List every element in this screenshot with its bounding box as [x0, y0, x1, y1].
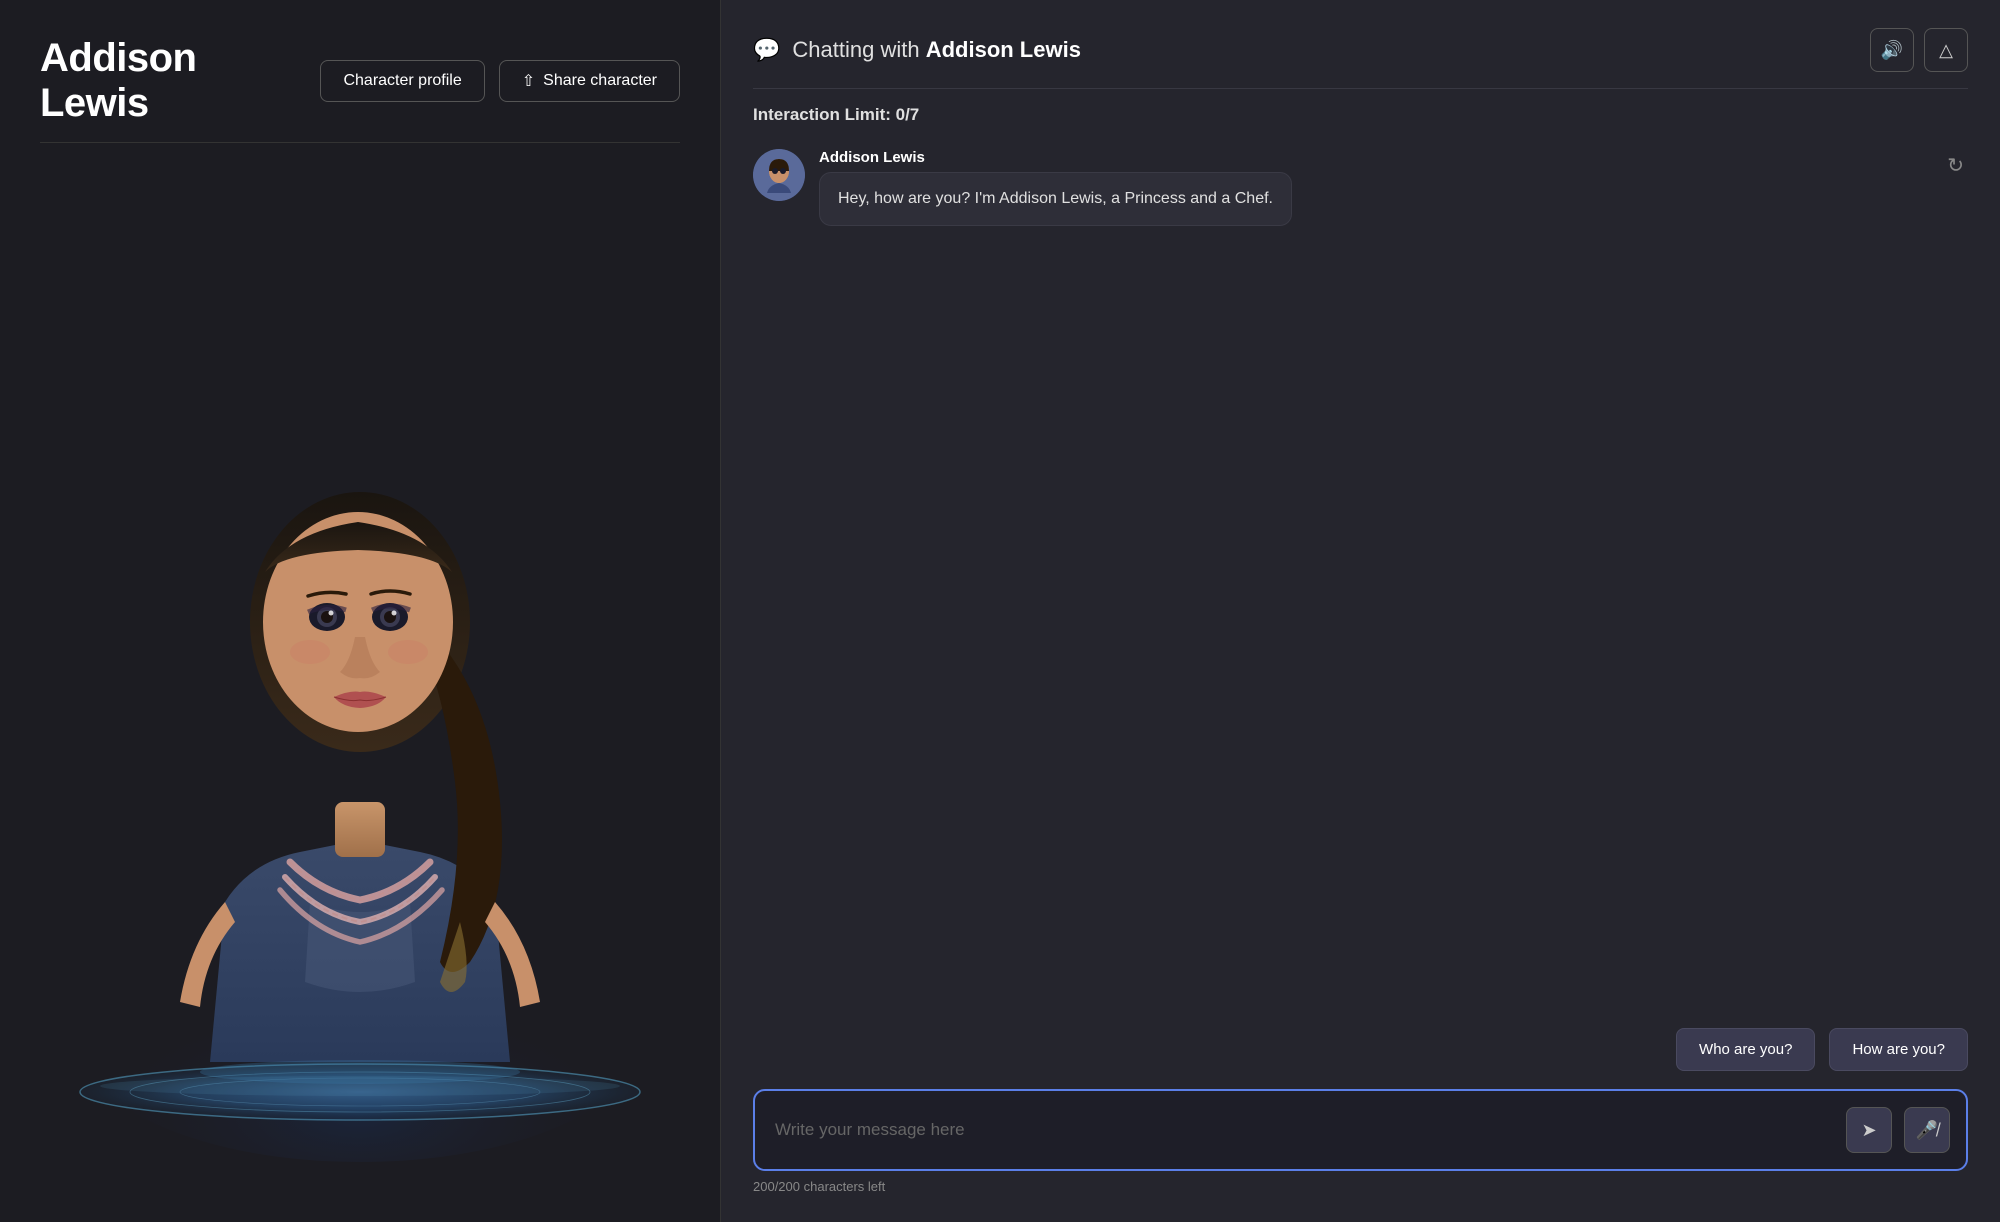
mic-button[interactable]: 🎤̸: [1904, 1107, 1950, 1153]
chat-header: 💬 Chatting with Addison Lewis 🔊 △: [753, 28, 1968, 89]
suggestion-chips: Who are you? How are you?: [753, 1028, 1968, 1071]
left-panel: Addison Lewis Character profile ⇧ Share …: [0, 0, 720, 1222]
char-count: 200/200 characters left: [753, 1179, 1968, 1194]
chat-messages[interactable]: Addison Lewis Hey, how are you? I'm Addi…: [753, 149, 1968, 1028]
chat-bubble-icon: 💬: [753, 37, 780, 63]
message-row: Addison Lewis Hey, how are you? I'm Addi…: [753, 149, 1292, 226]
character-profile-button[interactable]: Character profile: [320, 60, 484, 102]
left-header: Addison Lewis Character profile ⇧ Share …: [40, 36, 680, 126]
character-illustration: [70, 282, 650, 1182]
share-character-button[interactable]: ⇧ Share character: [499, 60, 680, 102]
character-title: Addison Lewis: [40, 36, 288, 126]
warning-icon: △: [1939, 40, 1953, 61]
character-avatar: [753, 149, 805, 201]
send-icon: ➤: [1861, 1120, 1876, 1141]
retry-button[interactable]: ↻: [1943, 149, 1968, 182]
message-wrapper: Addison Lewis Hey, how are you? I'm Addi…: [753, 149, 1968, 226]
share-icon: ⇧: [522, 71, 535, 91]
message-content: Addison Lewis Hey, how are you? I'm Addi…: [819, 149, 1292, 226]
chat-title: Chatting with Addison Lewis: [792, 37, 1081, 63]
interaction-limit: Interaction Limit: 0/7: [753, 105, 1968, 125]
audio-icon: 🔊: [1881, 40, 1903, 61]
mic-off-icon: 🎤̸: [1916, 1120, 1938, 1141]
character-image-area: [40, 143, 680, 1182]
audio-button[interactable]: 🔊: [1870, 28, 1914, 72]
header-buttons: Character profile ⇧ Share character: [320, 60, 680, 102]
message-bubble: Hey, how are you? I'm Addison Lewis, a P…: [819, 172, 1292, 226]
chip-who-are-you[interactable]: Who are you?: [1676, 1028, 1815, 1071]
chat-title-area: 💬 Chatting with Addison Lewis: [753, 37, 1081, 63]
message-sender-name: Addison Lewis: [819, 149, 1292, 166]
chat-header-actions: 🔊 △: [1870, 28, 1968, 72]
chip-how-are-you[interactable]: How are you?: [1829, 1028, 1968, 1071]
report-button[interactable]: △: [1924, 28, 1968, 72]
send-button[interactable]: ➤: [1846, 1107, 1892, 1153]
right-panel: 💬 Chatting with Addison Lewis 🔊 △ Intera…: [720, 0, 2000, 1222]
message-input[interactable]: [775, 1120, 1834, 1140]
message-input-area: ➤ 🎤̸: [753, 1089, 1968, 1171]
